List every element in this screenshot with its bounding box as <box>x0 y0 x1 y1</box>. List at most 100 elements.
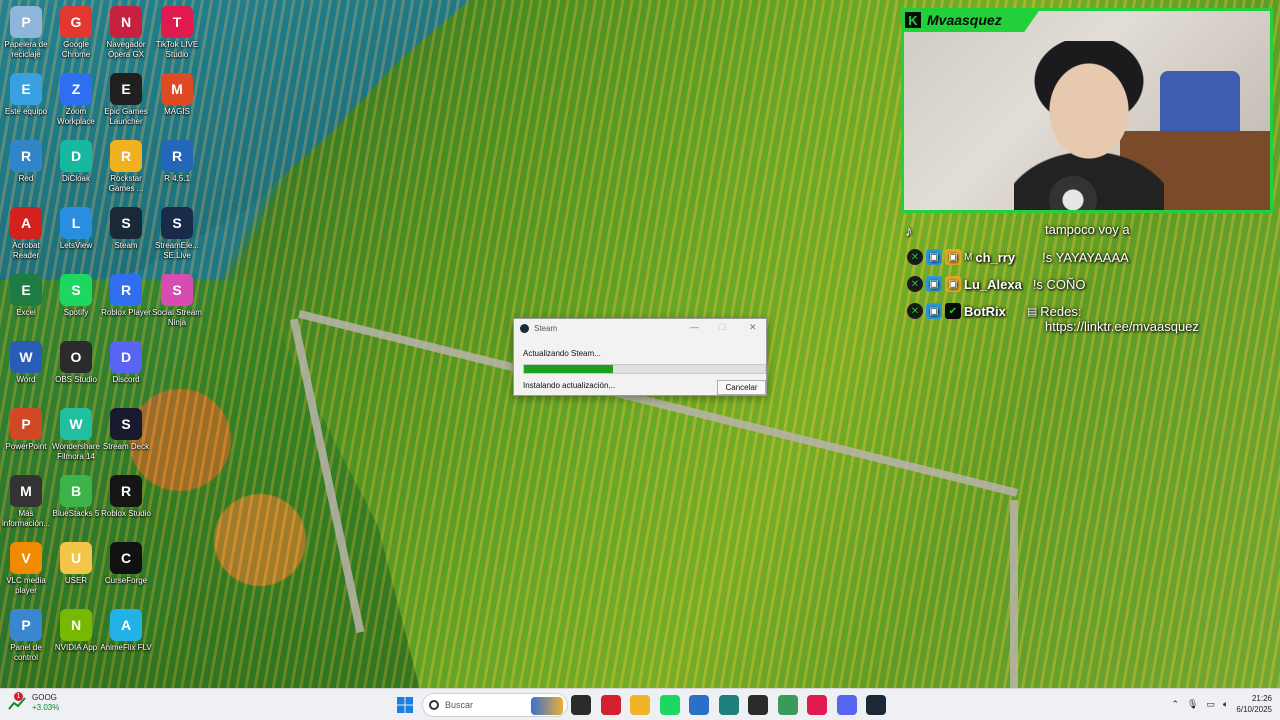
store-icon[interactable] <box>689 695 709 715</box>
tiktok-icon: ♪ <box>905 223 913 240</box>
spotify-icon: S <box>60 274 92 306</box>
chevron-up-icon[interactable]: ⌃ <box>1172 699 1180 710</box>
discord-icon[interactable] <box>836 695 857 715</box>
desktop-icon[interactable]: A AnimeFlix FLV <box>100 605 152 653</box>
desktop-icon-label: OBS Studio <box>55 375 97 384</box>
stock-chart-icon: 1 <box>8 691 26 712</box>
desktop-icon-label: DiCloak <box>61 174 90 183</box>
steam-icon: S <box>110 207 142 239</box>
desktop-icon[interactable]: L LetsView <box>50 203 102 251</box>
desktop-icon[interactable]: S Social Stream Ninja <box>151 270 203 328</box>
steam-icon[interactable] <box>866 695 886 715</box>
stream-deck-icon: S <box>110 408 142 440</box>
spotify-icon[interactable] <box>659 695 680 715</box>
volume-icon[interactable]: 🔈︎ <box>1223 699 1228 710</box>
close-icon[interactable]: ✕ <box>749 322 757 333</box>
desktop-icon-label: Zoom Workplace <box>57 107 95 126</box>
desktop-icon-label: Roblox Player <box>101 308 151 317</box>
desktop-icon[interactable]: R Roblox Studio <box>100 471 152 519</box>
obs-icon[interactable] <box>748 695 768 715</box>
chat-message: ✕ ▣ ✔ BotRix ▤ Redes: <box>907 303 1082 319</box>
bluestacks-icon: B <box>60 475 92 507</box>
desktop-icon[interactable]: M Más información... <box>0 471 52 529</box>
chat-username: BotRix <box>964 303 1006 319</box>
desktop-icon[interactable]: U USER <box>50 538 102 586</box>
desktop-icon[interactable]: G Google Chrome <box>50 2 102 60</box>
search-icon <box>429 700 439 710</box>
dicloak-icon: D <box>60 140 92 172</box>
start-button[interactable] <box>395 695 415 715</box>
desktop-icon[interactable]: N Navegador Opera GX <box>100 2 152 60</box>
streamer-name-tag: K Mvaasquez <box>901 8 1041 32</box>
desktop-icon[interactable]: N NVIDIA App <box>50 605 102 653</box>
tiktok-live-icon[interactable] <box>807 695 827 715</box>
desktop-icon-label: NVIDIA App <box>54 643 98 652</box>
desktop-icon[interactable]: B BlueStacks 5 <box>50 471 102 519</box>
taskbar-search[interactable]: Buscar <box>422 693 568 717</box>
desktop-icon[interactable]: S Steam <box>100 203 152 251</box>
desktop-icon[interactable]: W Word <box>0 337 52 385</box>
desktop-icon[interactable]: R Rockstar Games ... <box>100 136 152 194</box>
clock-time: 21:26 <box>1251 694 1272 703</box>
maximize-icon[interactable]: ☐ <box>718 322 726 333</box>
desktop-icon[interactable]: V VLC media player <box>0 538 52 596</box>
desktop-icon[interactable]: T TikTok LIVE Studio <box>151 2 203 60</box>
desktop-icon[interactable]: O OBS Studio <box>50 337 102 385</box>
chrome-icon: G <box>60 6 92 38</box>
file-explorer-small-icon[interactable] <box>571 695 591 715</box>
desktop-icon[interactable]: C CurseForge <box>100 538 152 586</box>
desktop-icon-label: Roblox Studio <box>101 509 151 518</box>
stock-change: +3.03% <box>32 703 60 712</box>
desktop-icon[interactable]: P Panel de control <box>0 605 52 663</box>
desktop-icon[interactable]: E Epic Games Launcher <box>100 69 152 127</box>
mod-badge-icon: ✕ <box>907 276 923 292</box>
network-icon: R <box>10 140 42 172</box>
folder-icon[interactable] <box>630 695 650 715</box>
excel-icon: E <box>10 274 42 306</box>
desktop-icon[interactable]: M MAGIS <box>151 69 203 117</box>
desktop-icon-label: StreamEle... SE.Live <box>154 241 199 260</box>
opera-icon[interactable] <box>600 695 621 715</box>
desktop-icon-label: Epic Games Launcher <box>104 107 148 126</box>
vlc-icon: V <box>10 542 42 574</box>
desktop-icon[interactable]: S StreamEle... SE.Live <box>151 203 203 261</box>
rockstar-icon: R <box>110 140 142 172</box>
nvidia-icon: N <box>60 609 92 641</box>
desktop-icon-label: Wondershare Filmora 14 <box>52 442 100 461</box>
desktop-icon[interactable]: E Excel <box>0 270 52 318</box>
desktop-icon[interactable]: R R 4.5.1 <box>151 136 203 184</box>
desktop-icon[interactable]: R Red <box>0 136 52 184</box>
update-substatus: Instalando actualización... <box>523 381 616 390</box>
roblox-player-icon: R <box>110 274 142 306</box>
desktop-icon[interactable]: S Spotify <box>50 270 102 318</box>
chat-message: ✕ ▣ ▣ Lu_Alexa !s COÑO <box>907 276 1086 292</box>
display-icon[interactable]: ▭ <box>1206 699 1215 710</box>
minimize-icon[interactable]: — <box>690 322 699 332</box>
desktop-icon[interactable]: P PowerPoint <box>0 404 52 452</box>
stock-widget[interactable]: 1 GOOG +3.03% <box>8 691 60 712</box>
desktop-icon[interactable]: A Acrobat Reader <box>0 203 52 261</box>
desktop-icon-label: Rockstar Games ... <box>108 174 144 193</box>
microphone-icon[interactable]: 🎙︎ <box>1187 699 1198 710</box>
desktop-icon[interactable]: P Papelera de reciclaje <box>0 2 52 60</box>
wallpaper-road <box>1010 500 1018 690</box>
cancel-button[interactable]: Cancelar <box>717 380 766 395</box>
desktop-icon[interactable]: S Stream Deck <box>100 404 152 452</box>
desktop-icon[interactable]: Z Zoom Workplace <box>50 69 102 127</box>
clock[interactable]: 21:26 6/10/2025 <box>1236 693 1272 715</box>
desktop-icon[interactable]: D Discord <box>100 337 152 385</box>
social-stream-icon[interactable] <box>777 695 798 715</box>
dialog-titlebar[interactable]: Steam <box>514 319 766 337</box>
stock-ticker: GOOG <box>32 693 57 702</box>
gift-badge-icon: ▣ <box>945 276 961 292</box>
desktop-icon[interactable]: W Wondershare Filmora 14 <box>50 404 102 462</box>
filmora-icon[interactable] <box>718 695 739 715</box>
desktop-icon-label: MAGIS <box>164 107 190 116</box>
opera-gx-icon: N <box>110 6 142 38</box>
desktop-icon[interactable]: R Roblox Player <box>100 270 152 318</box>
kick-logo-icon: K <box>905 12 921 28</box>
desktop-icon-label: Social Stream Ninja <box>152 308 202 327</box>
desktop-icon[interactable]: E Este equipo <box>0 69 52 117</box>
desktop-icon[interactable]: D DiCloak <box>50 136 102 184</box>
desktop-icon-label: Navegador Opera GX <box>106 40 146 59</box>
